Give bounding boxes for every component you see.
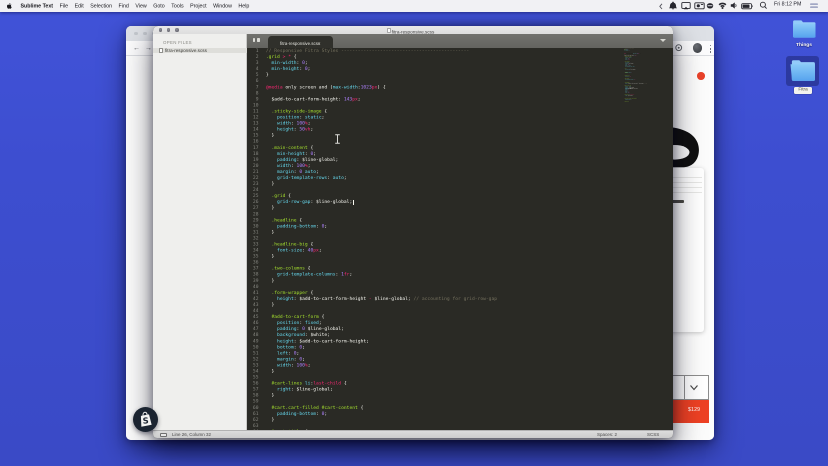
page-red-dot: [697, 72, 705, 80]
sublime-status-bar: Line 26, Column 32 Spaces: 2 SCSS: [153, 430, 673, 439]
browser-profile-avatar[interactable]: [693, 43, 703, 53]
browser-minimize-button[interactable]: [143, 32, 147, 36]
shopify-bubble[interactable]: S: [133, 407, 158, 432]
minimap-content: 1// Responsive Fitra Styles ------------…: [624, 48, 647, 102]
desktop-icon-label-field[interactable]: Fitra: [794, 87, 812, 94]
notification-bell-icon[interactable]: [668, 1, 678, 11]
screenshot-camera-icon[interactable]: [694, 1, 705, 11]
browser-forward-button[interactable]: →: [145, 44, 152, 51]
sublime-close-button[interactable]: [159, 28, 163, 32]
extensions-icon[interactable]: [675, 44, 683, 52]
sublime-window: fitra-responsive.scss OPEN FILES fitra-r…: [153, 26, 673, 438]
menu-bar: Sublime Text FileEditSelectionFindViewGo…: [0, 0, 828, 12]
file-icon: [159, 48, 163, 52]
wifi-icon[interactable]: [718, 1, 727, 10]
browser-back-button[interactable]: ←: [133, 44, 140, 51]
panel-toggle-icon[interactable]: [160, 433, 167, 438]
browser-menu-icon[interactable]: [710, 45, 712, 55]
control-center-icon[interactable]: [809, 2, 819, 10]
menu-bar-clock[interactable]: Fri 8:12 PM: [774, 1, 801, 7]
sublime-sidebar: OPEN FILES fitra-responsive.scss: [153, 34, 247, 430]
desktop-icon-things[interactable]: Things: [789, 18, 819, 48]
syntax-label[interactable]: SCSS: [647, 432, 659, 437]
sublime-editor[interactable]: fitra-responsive.scss × 1// Responsive F…: [247, 34, 673, 430]
tab-close-icon[interactable]: ×: [318, 41, 321, 46]
select-divider: [684, 376, 685, 399]
desktop-icon-fitra[interactable]: [786, 56, 819, 86]
tab-scroll-icon[interactable]: [257, 38, 260, 41]
text-caret: [353, 200, 354, 205]
do-not-disturb-icon[interactable]: [706, 1, 714, 11]
sublime-zoom-button[interactable]: [175, 28, 179, 32]
hidden-items-chevron-icon[interactable]: [658, 2, 664, 11]
shopify-bag-icon: S: [133, 407, 158, 432]
menu-bar-status-icons: Fri 8:12 PM: [0, 0, 828, 12]
chevron-down-icon: [689, 384, 699, 392]
battery-icon[interactable]: [741, 2, 754, 11]
open-files-header: OPEN FILES: [163, 40, 192, 45]
volume-icon[interactable]: [730, 1, 738, 10]
code-line: 64 #cart-title {: [624, 102, 647, 103]
minimap[interactable]: 1// Responsive Fitra Styles ------------…: [624, 48, 647, 104]
folder-icon: [791, 19, 819, 40]
tab-label: fitra-responsive.scss: [280, 41, 320, 46]
code-area[interactable]: 1// Responsive Fitra Styles ------------…: [247, 48, 673, 429]
sidebar-file-item[interactable]: fitra-responsive.scss: [153, 48, 247, 53]
spotlight-search-icon[interactable]: [759, 1, 768, 10]
tab-fitra-responsive[interactable]: fitra-responsive.scss ×: [268, 36, 333, 47]
desktop-icon-label: Things: [789, 42, 819, 48]
sidebar-file-name: fitra-responsive.scss: [165, 48, 207, 53]
indent-label[interactable]: Spaces: 2: [597, 432, 617, 437]
sublime-minimize-button[interactable]: [167, 28, 171, 32]
ibeam-cursor: [334, 134, 341, 144]
add-to-cart-price: $129: [688, 407, 700, 413]
screen-mirroring-icon[interactable]: [681, 1, 691, 11]
tab-scroll-icon[interactable]: [253, 38, 256, 41]
tab-overflow-icon[interactable]: [660, 39, 666, 42]
svg-text:S: S: [142, 415, 149, 425]
desktop: ← →: [0, 0, 828, 466]
cursor-position-label: Line 26, Column 32: [172, 432, 211, 437]
sublime-title-bar[interactable]: fitra-responsive.scss: [153, 26, 673, 34]
sublime-tab-bar: fitra-responsive.scss ×: [247, 34, 673, 48]
folder-icon: [789, 59, 817, 83]
browser-close-button[interactable]: [134, 32, 138, 36]
desktop-icon-label: Fitra: [794, 86, 812, 92]
